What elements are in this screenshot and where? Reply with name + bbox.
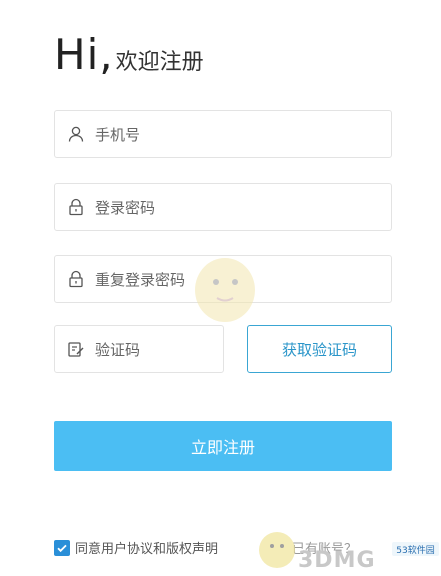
check-icon (57, 544, 67, 552)
edit-icon (65, 338, 87, 360)
watermark-brand: 3DMG (298, 548, 376, 573)
page-title: Hi, 欢迎注册 (54, 30, 204, 79)
password-field[interactable]: 登录密码 (54, 183, 392, 231)
welcome-text: 欢迎注册 (115, 50, 204, 75)
lock-icon (65, 196, 87, 218)
user-icon (65, 123, 87, 145)
mascot-watermark-small (252, 522, 302, 572)
phone-field[interactable]: 手机号 (54, 110, 392, 158)
register-button[interactable]: 立即注册 (54, 421, 392, 471)
agree-checkbox[interactable] (54, 539, 70, 556)
agree-text[interactable]: 同意用户协议和版权声明 (75, 538, 218, 557)
agreement: 同意用户协议和版权声明 (54, 538, 218, 557)
mascot-watermark (183, 242, 268, 327)
code-placeholder: 验证码 (95, 340, 141, 359)
verification-code-field[interactable]: 验证码 (54, 325, 224, 373)
lock-icon (65, 268, 87, 290)
get-code-button[interactable]: 获取验证码 (247, 325, 392, 373)
confirm-password-placeholder: 重复登录密码 (95, 270, 186, 289)
site-logo: 53软件园 (392, 542, 439, 556)
phone-placeholder: 手机号 (95, 125, 141, 144)
password-placeholder: 登录密码 (95, 198, 156, 217)
hi-text: Hi, (54, 30, 114, 79)
